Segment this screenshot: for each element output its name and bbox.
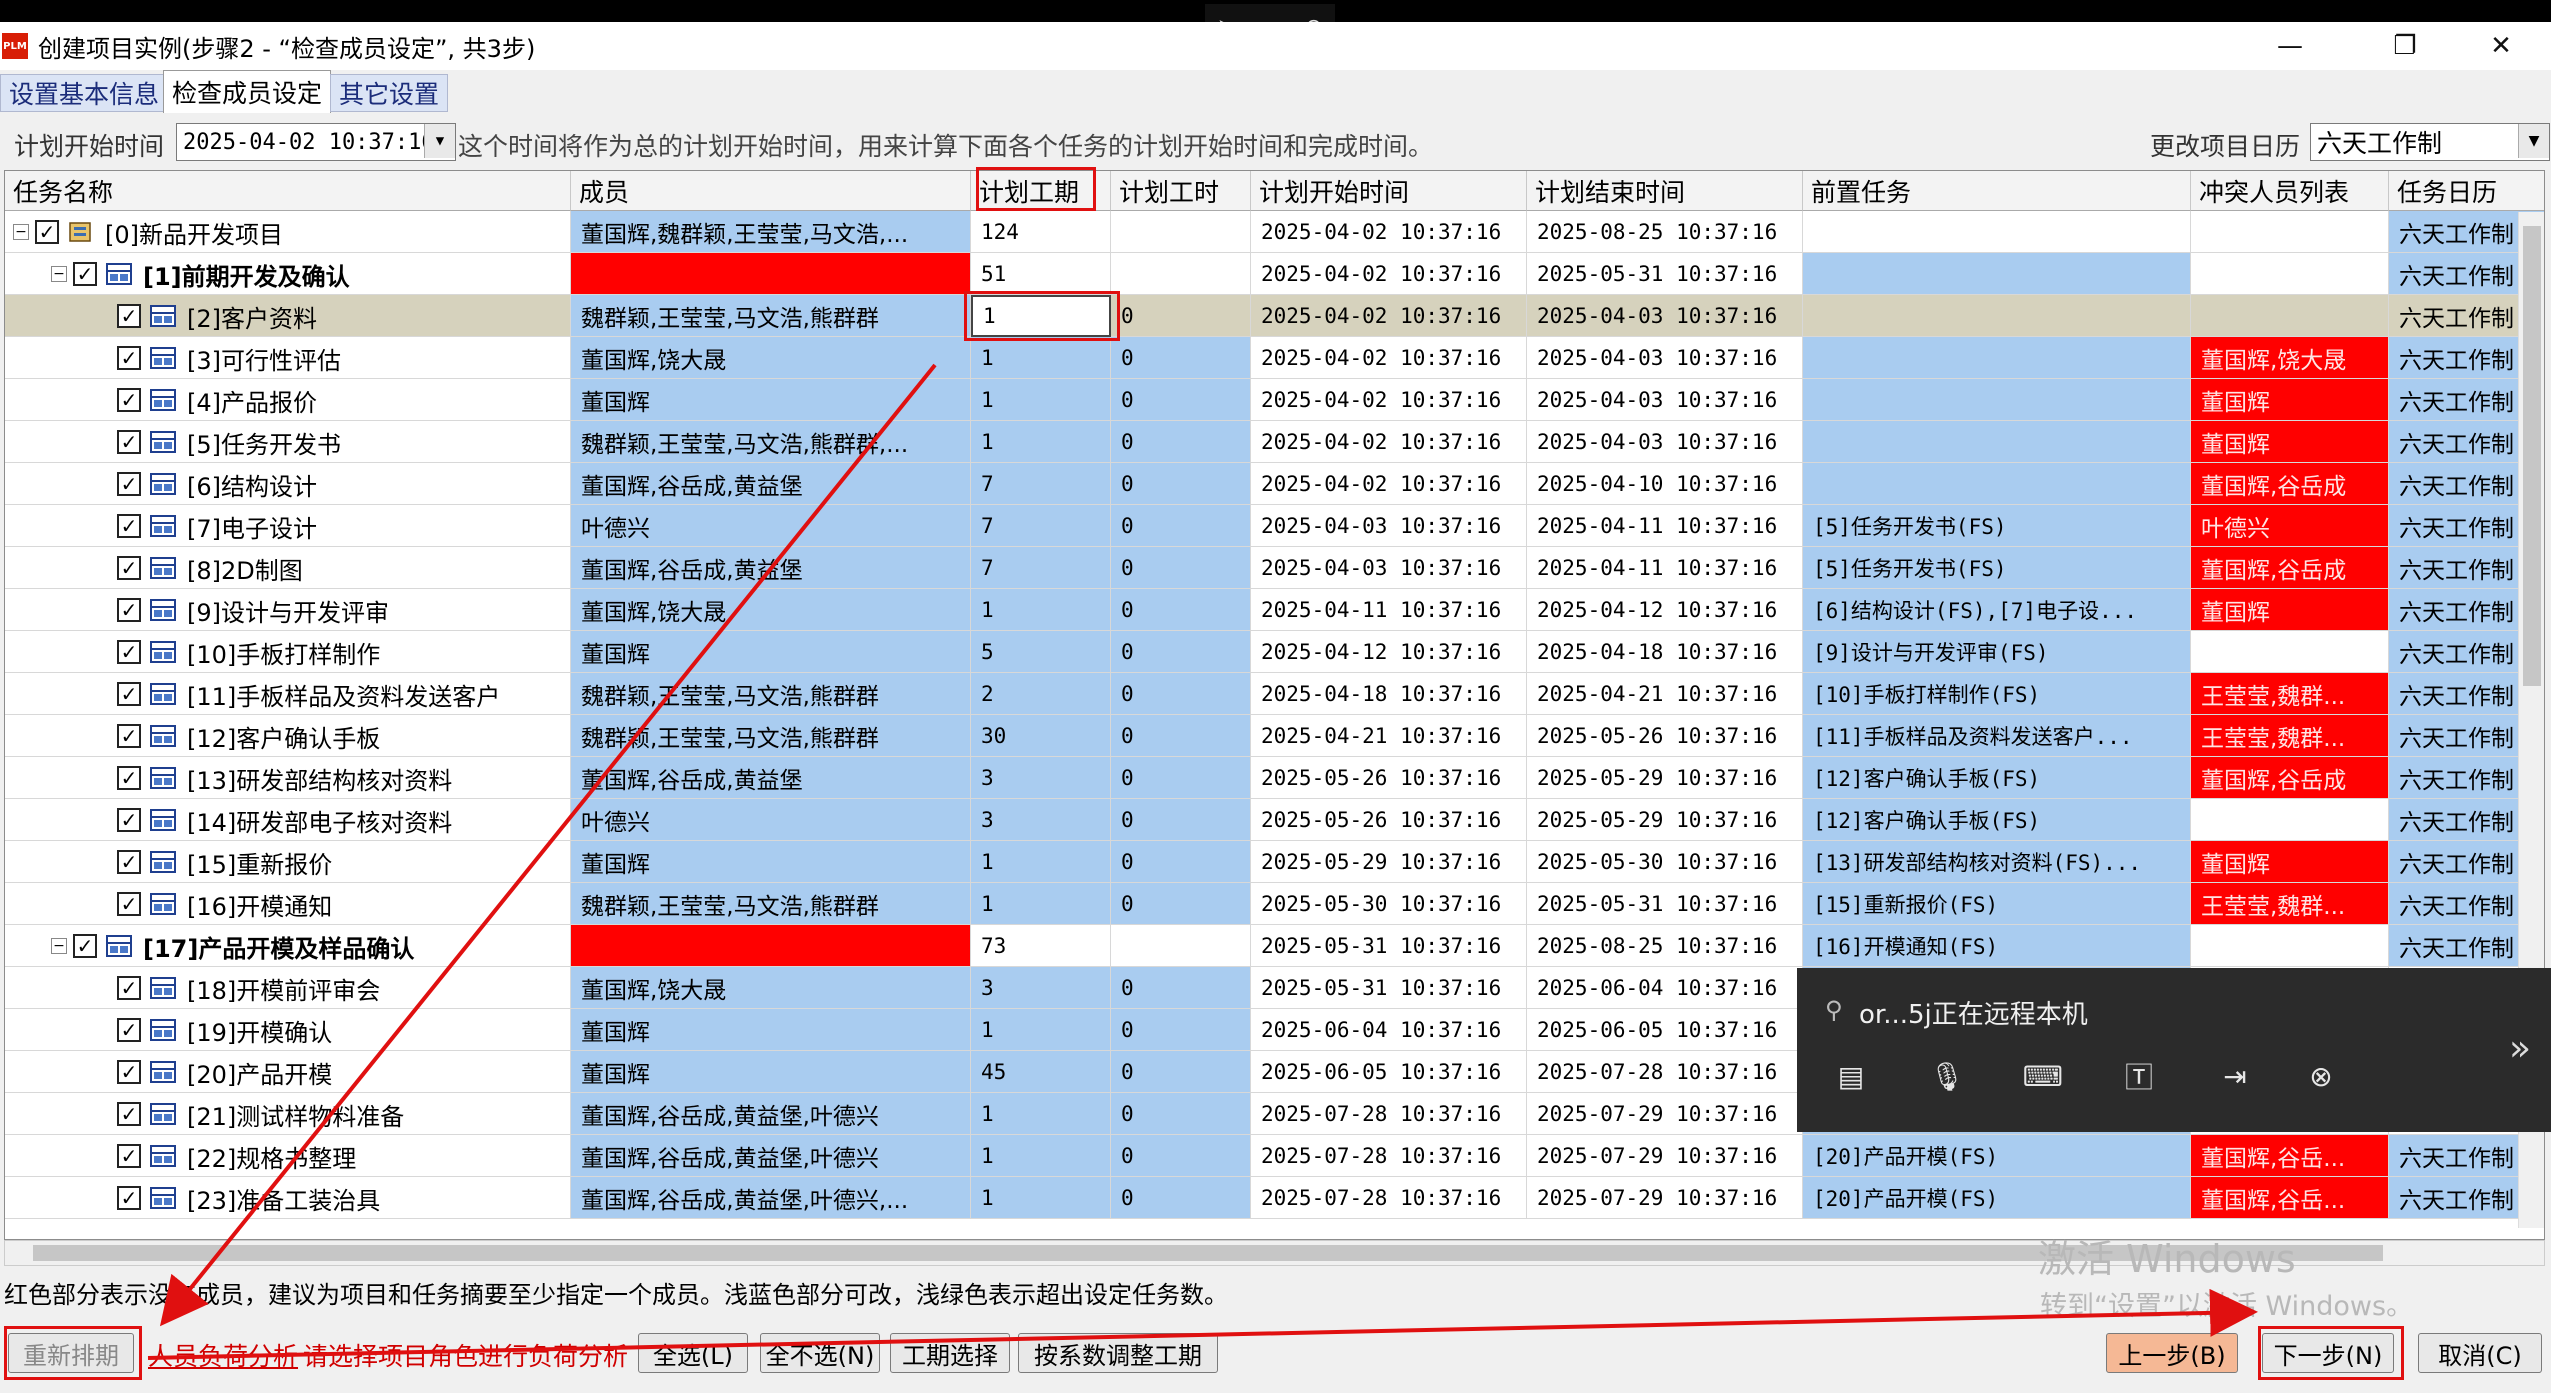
annotation-arrows: [147, 363, 2258, 1360]
annotation-arrow-2: [147, 1288, 2258, 1360]
annotation-arrow-1: [159, 363, 937, 1327]
